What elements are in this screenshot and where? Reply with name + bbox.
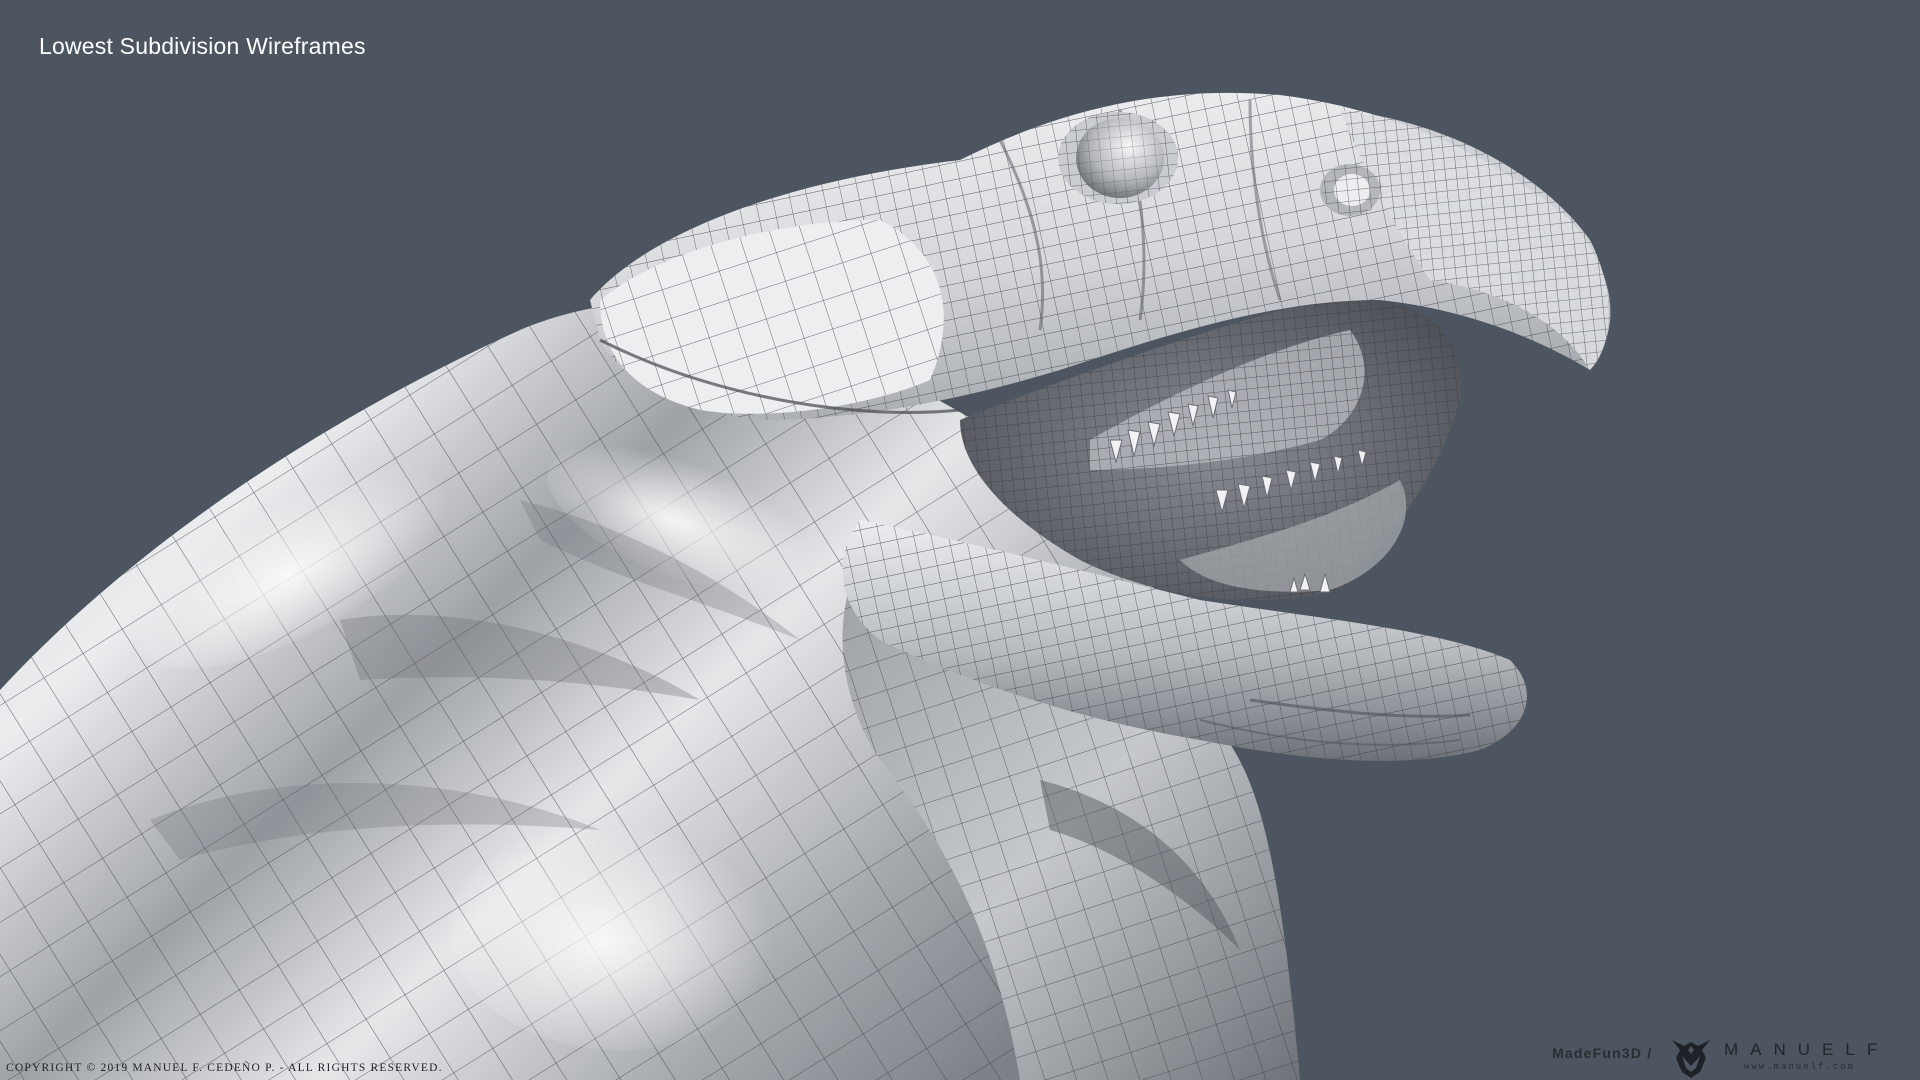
render-viewport: Lowest Subdivision Wireframes COPYRIGHT … — [0, 0, 1920, 1080]
creature-render — [0, 92, 1611, 1080]
manuelf-logo-icon — [1672, 1040, 1710, 1078]
brand-url: www.manuelf.com — [1744, 1062, 1856, 1072]
copyright-notice: COPYRIGHT © 2019 MANUEL F. CEDEÑO P. - A… — [6, 1062, 443, 1074]
brand-signature: MadeFun3D / MANUELF www.manuelf.com — [1548, 1036, 1908, 1080]
nostril — [1320, 164, 1382, 216]
brand-name: MANUELF — [1724, 1040, 1890, 1059]
page-title: Lowest Subdivision Wireframes — [39, 33, 366, 59]
brand-handle: MadeFun3D / — [1552, 1045, 1653, 1061]
eye — [1058, 112, 1178, 204]
